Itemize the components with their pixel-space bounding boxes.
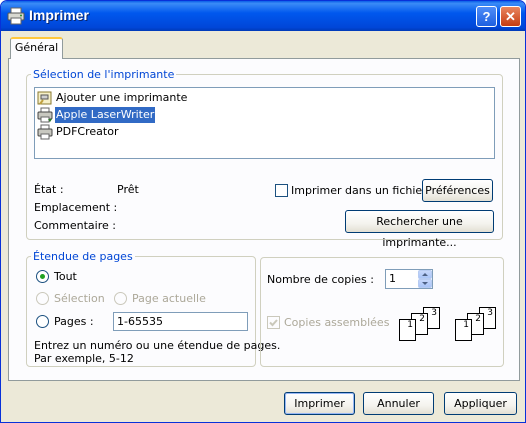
status-value: Prêt	[117, 183, 139, 196]
page-1-icon: 1	[455, 319, 472, 341]
spin-down-icon[interactable]	[418, 279, 432, 288]
checkmark-icon	[269, 319, 278, 327]
preferences-button[interactable]: Préférences	[422, 179, 493, 202]
printer-item-label: PDFCreator	[56, 125, 119, 138]
cancel-button[interactable]: Annuler	[363, 392, 434, 415]
printer-icon	[37, 124, 53, 140]
pages-radio[interactable]	[36, 315, 49, 328]
page-range-example: Par exemple, 5-12	[34, 352, 134, 365]
printer-selection-legend: Sélection de l'imprimante	[33, 68, 175, 81]
pages-label[interactable]: Pages :	[54, 315, 94, 328]
page-range-hint: Entrez un numéro ou une étendue de pages…	[34, 339, 281, 352]
collate-checkbox[interactable]	[267, 316, 280, 329]
printer-item-label: Apple LaserWriter	[55, 107, 156, 123]
apply-button[interactable]: Appliquer	[444, 392, 517, 415]
current-page-label[interactable]: Page actuelle	[132, 292, 206, 305]
printer-list[interactable]: Ajouter une imprimante Apple LaserWriter…	[34, 87, 495, 159]
all-pages-radio[interactable]	[36, 270, 49, 283]
close-button[interactable]: ✕	[500, 6, 521, 27]
tab-general[interactable]: Général	[10, 37, 63, 59]
status-label: État :	[34, 183, 64, 196]
page-range-legend: Étendue de pages	[33, 250, 133, 263]
comment-label: Commentaire :	[34, 219, 116, 232]
copies-count-value[interactable]: 1	[389, 272, 396, 285]
printer-item-label: Ajouter une imprimante	[56, 91, 188, 104]
find-printer-button[interactable]: Rechercher une imprimante...	[345, 210, 494, 249]
all-pages-label[interactable]: Tout	[54, 270, 77, 283]
print-dialog: Imprimer ? ✕ Général Sélection de l'impr…	[0, 0, 526, 423]
print-button[interactable]: Imprimer	[284, 392, 355, 415]
copies-stepper[interactable]: 1	[385, 269, 433, 289]
current-page-radio[interactable]	[114, 292, 127, 305]
add-printer-icon	[37, 91, 52, 105]
window-title: Imprimer	[29, 7, 89, 23]
collated-pages-icon: 3 2 1	[455, 307, 500, 343]
spin-up-icon[interactable]	[418, 270, 432, 279]
printer-icon	[37, 107, 53, 123]
page-1-icon: 1	[399, 319, 416, 341]
selection-label[interactable]: Sélection	[54, 292, 105, 305]
location-label: Emplacement :	[34, 201, 118, 214]
selection-radio[interactable]	[36, 292, 49, 305]
print-to-file-checkbox[interactable]	[275, 184, 288, 197]
title-bar[interactable]: Imprimer ? ✕	[1, 1, 525, 31]
copies-count-label: Nombre de copies :	[267, 273, 374, 286]
collated-pages-icon: 3 2 1	[399, 307, 444, 343]
collate-label[interactable]: Copies assemblées	[284, 316, 389, 329]
help-button[interactable]: ?	[476, 6, 497, 27]
pages-input[interactable]: 1-65535	[113, 312, 248, 331]
print-to-file-label[interactable]: Imprimer dans un fichier	[291, 184, 427, 197]
printer-icon	[7, 7, 25, 25]
